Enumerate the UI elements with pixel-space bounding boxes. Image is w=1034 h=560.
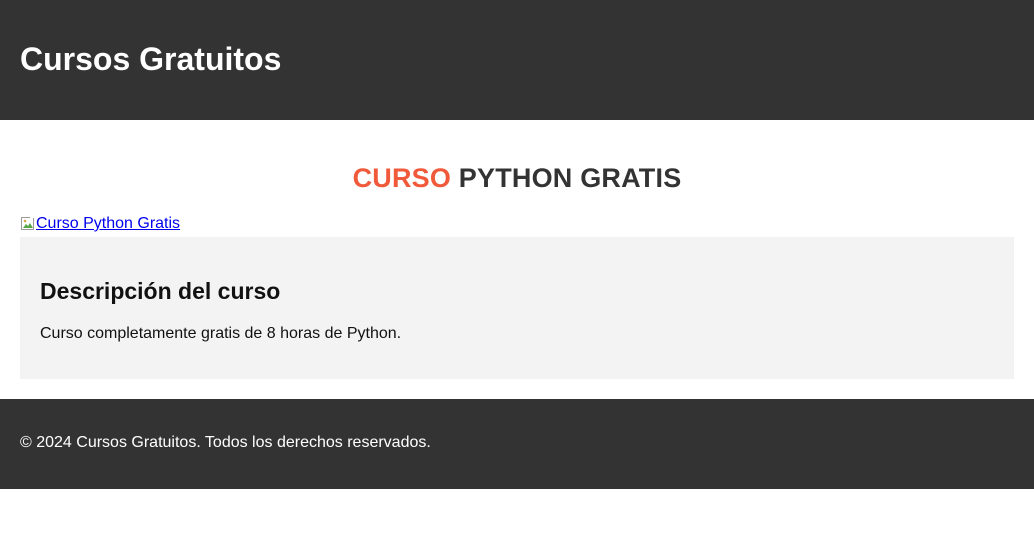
footer-copyright: © 2024 Cursos Gratuitos. Todos los derec…: [20, 434, 431, 451]
site-title: Cursos Gratuitos: [20, 41, 282, 77]
description-text: Curso completamente gratis de 8 horas de…: [40, 325, 402, 342]
course-heading: CURSO PYTHON GRATIS: [0, 160, 1034, 196]
course-image-link[interactable]: Curso Python Gratis: [20, 214, 180, 234]
course-description-section: Descripción del curso Curso completament…: [20, 237, 1014, 379]
course-heading-accent: CURSO: [352, 163, 452, 193]
course-heading-rest: PYTHON GRATIS: [451, 163, 682, 193]
broken-image-icon: [20, 216, 36, 232]
course-image-alt-text: Curso Python Gratis: [36, 215, 181, 232]
description-title: Descripción del curso: [40, 278, 281, 304]
site-header: Cursos Gratuitos: [0, 0, 1034, 120]
site-footer: © 2024 Cursos Gratuitos. Todos los derec…: [0, 399, 1034, 489]
